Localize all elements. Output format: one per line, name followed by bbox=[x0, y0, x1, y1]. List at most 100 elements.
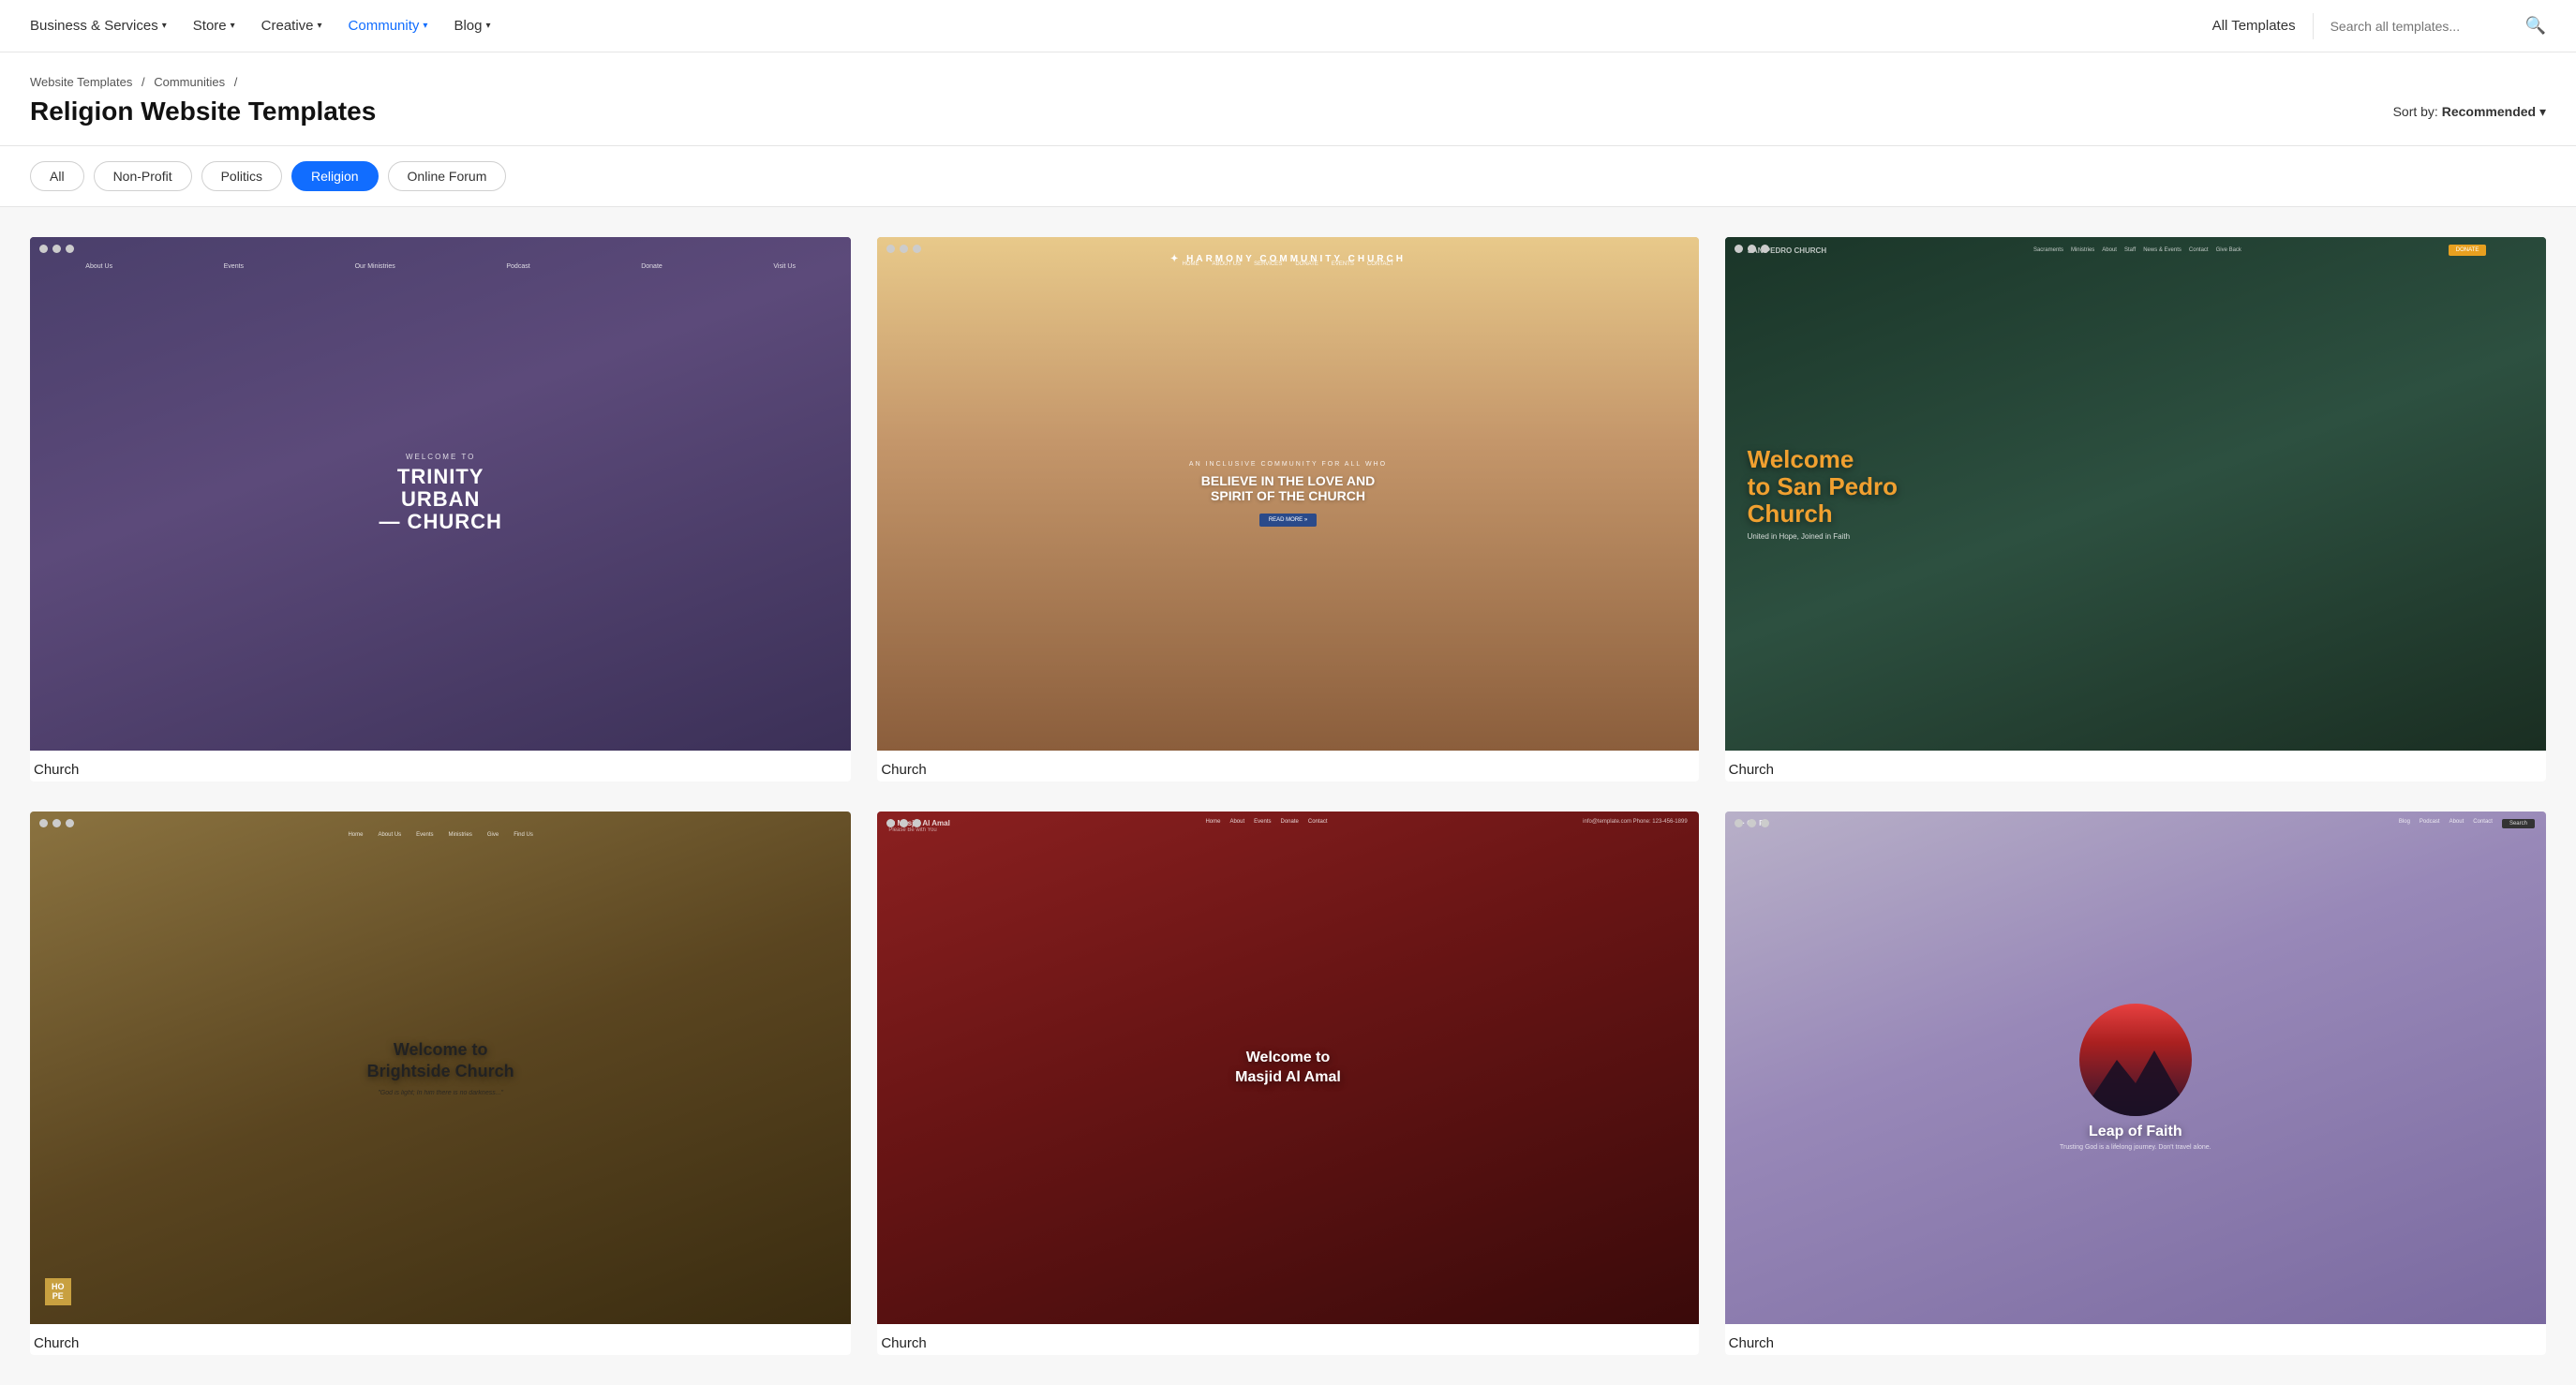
masjid-preview: ⬡ Masjid Al Amal Please Be with You Home… bbox=[877, 812, 1698, 1325]
breadcrumb-website-templates[interactable]: Website Templates bbox=[30, 75, 132, 89]
dot bbox=[66, 819, 74, 827]
dot bbox=[1761, 819, 1769, 827]
browser-dots bbox=[886, 819, 921, 827]
filter-all[interactable]: All bbox=[30, 161, 84, 191]
browser-dots bbox=[1735, 819, 1769, 827]
filter-bar: All Non-Profit Politics Religion Online … bbox=[0, 146, 2576, 207]
chevron-down-icon: ▾ bbox=[231, 21, 235, 31]
sort-value-text: Recommended bbox=[2442, 104, 2536, 119]
page-title-row: Religion Website Templates Sort by: Reco… bbox=[30, 97, 2546, 127]
breadcrumb: Website Templates / Communities / bbox=[30, 75, 2546, 89]
chevron-down-icon: ▾ bbox=[485, 21, 490, 31]
template-label-masjid: Church bbox=[877, 1324, 1698, 1355]
nav-divider bbox=[2313, 13, 2314, 39]
nav-label-blog: Blog bbox=[454, 18, 482, 34]
template-thumb-brightside: Home About Us Events Ministries Give Fin… bbox=[30, 812, 851, 1325]
dot bbox=[1735, 819, 1743, 827]
breadcrumb-separator-2: / bbox=[234, 75, 238, 89]
template-thumb-sanpedro: SAN PEDRO CHURCH Sacraments Ministries A… bbox=[1725, 237, 2546, 751]
masjid-title: Welcome toMasjid Al Amal bbox=[1235, 1049, 1341, 1088]
dot bbox=[39, 245, 48, 253]
dot bbox=[900, 819, 908, 827]
trinity-title: WELCOME TO TRINITYURBAN— CHURCH bbox=[379, 454, 501, 533]
filter-religion[interactable]: Religion bbox=[291, 161, 379, 191]
brightside-title: Welcome toBrightside Church bbox=[367, 1039, 514, 1083]
template-thumb-lof: L·O·F Blog Podcast About Contact Search bbox=[1725, 812, 2546, 1325]
nav-label-creative: Creative bbox=[261, 18, 314, 34]
nav-item-blog[interactable]: Blog ▾ bbox=[454, 18, 490, 34]
harmony-body: AN INCLUSIVE COMMUNITY FOR ALL WHO BELIE… bbox=[1170, 461, 1406, 528]
lof-preview: L·O·F Blog Podcast About Contact Search bbox=[1725, 812, 2546, 1325]
dot bbox=[1761, 245, 1769, 253]
page-title: Religion Website Templates bbox=[30, 97, 376, 127]
nav-item-store[interactable]: Store ▾ bbox=[193, 18, 235, 34]
trinity-nav: About Us Events Our Ministries Podcast D… bbox=[30, 263, 851, 270]
dot bbox=[52, 819, 61, 827]
template-card-sanpedro[interactable]: SAN PEDRO CHURCH Sacraments Ministries A… bbox=[1725, 237, 2546, 782]
template-card-masjid[interactable]: ⬡ Masjid Al Amal Please Be with You Home… bbox=[877, 812, 1698, 1356]
nav-item-community[interactable]: Community ▾ bbox=[349, 18, 428, 34]
search-icon[interactable]: 🔍 bbox=[2525, 16, 2546, 36]
template-card-brightside[interactable]: Home About Us Events Ministries Give Fin… bbox=[30, 812, 851, 1356]
template-thumb-masjid: ⬡ Masjid Al Amal Please Be with You Home… bbox=[877, 812, 1698, 1325]
lof-subtitle: Trusting God is a lifelong journey. Don'… bbox=[2041, 1144, 2230, 1151]
filter-politics[interactable]: Politics bbox=[201, 161, 282, 191]
chevron-down-icon: ▾ bbox=[423, 21, 427, 31]
dot bbox=[886, 245, 895, 253]
search-container: 🔍 bbox=[2330, 16, 2546, 36]
sanpedro-title: Welcometo San PedroChurch bbox=[1748, 446, 1898, 527]
browser-dots bbox=[39, 245, 74, 253]
dot bbox=[1735, 245, 1743, 253]
template-thumb-trinity: About Us Events Our Ministries Podcast D… bbox=[30, 237, 851, 751]
filter-online-forum[interactable]: Online Forum bbox=[388, 161, 507, 191]
breadcrumb-separator: / bbox=[141, 75, 148, 89]
all-templates-link[interactable]: All Templates bbox=[2212, 18, 2296, 34]
nav-left: Business & Services ▾ Store ▾ Creative ▾… bbox=[30, 18, 2212, 34]
nav-label-business: Business & Services bbox=[30, 18, 158, 34]
template-card-lof[interactable]: L·O·F Blog Podcast About Contact Search bbox=[1725, 812, 2546, 1356]
sanpedro-preview: SAN PEDRO CHURCH Sacraments Ministries A… bbox=[1725, 237, 2546, 751]
template-thumb-harmony: ✦ HARMONY COMMUNITY CHURCH HOME ABOUT US… bbox=[877, 237, 1698, 751]
dot bbox=[39, 819, 48, 827]
dot bbox=[52, 245, 61, 253]
dot bbox=[913, 819, 921, 827]
sort-control[interactable]: Sort by: Recommended ▾ bbox=[2393, 104, 2546, 120]
search-input[interactable] bbox=[2330, 19, 2518, 34]
dot bbox=[886, 819, 895, 827]
nav-label-community: Community bbox=[349, 18, 420, 34]
trinity-preview: About Us Events Our Ministries Podcast D… bbox=[30, 237, 851, 751]
chevron-down-icon: ▾ bbox=[162, 21, 167, 31]
template-grid: About Us Events Our Ministries Podcast D… bbox=[0, 207, 2576, 1385]
browser-dots bbox=[886, 245, 921, 253]
dot bbox=[913, 245, 921, 253]
template-label-trinity: Church bbox=[30, 751, 851, 782]
brightside-quote: "God is light; In him there is no darkne… bbox=[359, 1090, 522, 1096]
template-label-sanpedro: Church bbox=[1725, 751, 2546, 782]
dot bbox=[1748, 245, 1756, 253]
template-label-lof: Church bbox=[1725, 1324, 2546, 1355]
browser-dots bbox=[1735, 245, 1769, 253]
nav-item-business[interactable]: Business & Services ▾ bbox=[30, 18, 167, 34]
lof-title: Leap of Faith bbox=[2089, 1124, 2182, 1140]
lof-mountain-circle bbox=[2079, 1004, 2192, 1116]
filter-nonprofit[interactable]: Non-Profit bbox=[94, 161, 192, 191]
chevron-down-icon: ▾ bbox=[2539, 104, 2546, 119]
nav-right: All Templates 🔍 bbox=[2212, 13, 2546, 39]
harmony-preview: ✦ HARMONY COMMUNITY CHURCH HOME ABOUT US… bbox=[877, 237, 1698, 751]
template-label-harmony: Church bbox=[877, 751, 1698, 782]
nav-label-store: Store bbox=[193, 18, 227, 34]
template-card-harmony[interactable]: ✦ HARMONY COMMUNITY CHURCH HOME ABOUT US… bbox=[877, 237, 1698, 782]
dot bbox=[66, 245, 74, 253]
chevron-down-icon: ▾ bbox=[318, 21, 322, 31]
brightside-badge: HOPE bbox=[45, 1278, 71, 1306]
brightside-nav: Home About Us Events Ministries Give Fin… bbox=[30, 832, 851, 838]
sort-label-text: Sort by: bbox=[2393, 104, 2438, 119]
page-header: Website Templates / Communities / Religi… bbox=[0, 52, 2576, 146]
template-card-trinity[interactable]: About Us Events Our Ministries Podcast D… bbox=[30, 237, 851, 782]
dot bbox=[900, 245, 908, 253]
dot bbox=[1748, 819, 1756, 827]
nav-item-creative[interactable]: Creative ▾ bbox=[261, 18, 322, 34]
main-nav: Business & Services ▾ Store ▾ Creative ▾… bbox=[0, 0, 2576, 52]
template-label-brightside: Church bbox=[30, 1324, 851, 1355]
breadcrumb-communities[interactable]: Communities bbox=[154, 75, 225, 89]
